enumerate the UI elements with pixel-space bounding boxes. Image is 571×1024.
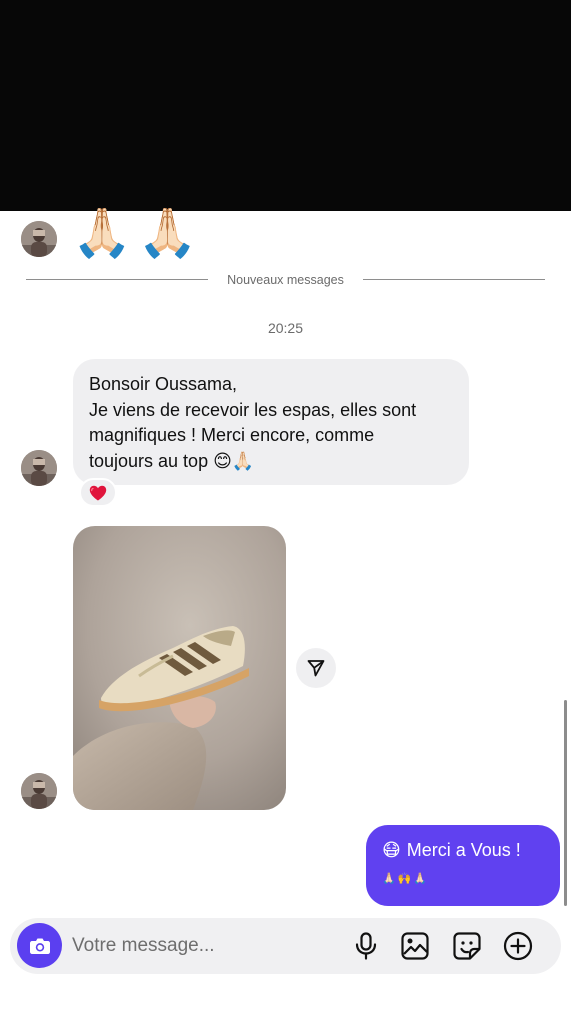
outgoing-message-line: 😷 Merci a Vous !	[382, 837, 544, 864]
avatar[interactable]	[21, 450, 57, 486]
message-composer	[10, 918, 561, 974]
sticker-icon	[453, 932, 481, 960]
microphone-icon	[355, 932, 377, 960]
message-input[interactable]	[72, 928, 342, 964]
sticker-button[interactable]	[452, 931, 482, 961]
message-line: Bonsoir Oussama,	[89, 374, 238, 394]
share-icon	[307, 660, 325, 677]
scrollbar[interactable]	[564, 700, 567, 906]
message-line: toujours au top 😊🙏🏻	[89, 450, 255, 471]
divider-label: Nouveaux messages	[227, 273, 344, 287]
message-timestamp: 20:25	[267, 320, 304, 336]
sneaker-photo[interactable]	[73, 526, 286, 810]
image-icon	[401, 932, 429, 960]
gallery-button[interactable]	[400, 931, 430, 961]
more-button[interactable]	[503, 931, 533, 961]
incoming-message-bubble[interactable]: Bonsoir Oussama, Je viens de recevoir le…	[73, 359, 469, 485]
divider-line-left	[26, 279, 208, 280]
face-with-mask-emoji: 😷	[382, 840, 401, 861]
outgoing-emoji-line: 🙏🏻🙌🙏🏻	[382, 872, 430, 885]
share-button[interactable]	[296, 648, 336, 688]
redacted-header-area	[0, 0, 571, 211]
microphone-button[interactable]	[351, 931, 381, 961]
plus-circle-icon	[503, 931, 533, 961]
heart-reaction[interactable]	[79, 478, 117, 507]
avatar[interactable]	[21, 773, 57, 809]
message-line: Je viens de recevoir les espas, elles so…	[89, 399, 417, 420]
divider-line-right	[363, 279, 545, 280]
avatar[interactable]	[21, 221, 57, 257]
red-heart-icon	[89, 485, 107, 500]
new-messages-divider: Nouveaux messages	[26, 271, 545, 289]
camera-button[interactable]	[17, 923, 62, 968]
message-line: magnifiques ! Merci encore, comme	[89, 425, 375, 445]
outgoing-message-bubble[interactable]: 😷 Merci a Vous ! 🙏🏻🙌🙏🏻	[366, 825, 560, 906]
outgoing-message-text: Merci a Vous !	[406, 840, 521, 860]
camera-icon	[29, 938, 50, 954]
emoji-message[interactable]: 🙏🏻🙏🏻	[72, 206, 204, 260]
